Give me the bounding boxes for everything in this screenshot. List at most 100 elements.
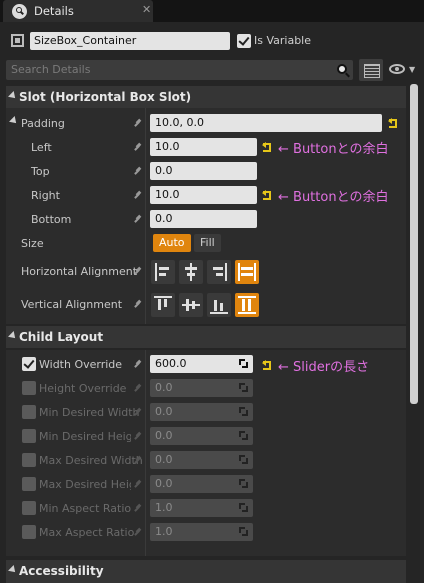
max-aspect-ratio-label: Max Aspect Ratio: [39, 526, 135, 539]
search-placeholder: Search Details: [11, 63, 91, 76]
horizontal-alignment-label: Horizontal Alignment: [21, 265, 138, 278]
v-align-top-button[interactable]: [151, 293, 175, 317]
scrollbar[interactable]: [410, 84, 418, 404]
search-input[interactable]: Search Details: [6, 60, 353, 80]
top-field[interactable]: 0.0: [150, 162, 257, 180]
v-align-center-button[interactable]: [179, 293, 203, 317]
column-divider: [145, 108, 146, 324]
expand-icon: [239, 455, 248, 464]
is-variable-label: Is Variable: [254, 34, 312, 47]
min-desired-height-value: 0.0: [155, 429, 173, 442]
eye-icon[interactable]: [389, 64, 405, 74]
pin-icon[interactable]: [133, 216, 141, 224]
width-override-label: Width Override: [39, 358, 123, 371]
vertical-alignment-label: Vertical Alignment: [21, 298, 123, 311]
search-icon[interactable]: [337, 64, 347, 74]
min-aspect-ratio-checkbox[interactable]: [22, 501, 36, 515]
h-align-right-button[interactable]: [207, 260, 231, 284]
v-align-bottom-button[interactable]: [207, 293, 231, 317]
min-desired-width-value: 0.0: [155, 405, 173, 418]
pin-icon[interactable]: [133, 361, 141, 369]
width-override-checkbox[interactable]: [22, 357, 36, 371]
height-override-value: 0.0: [155, 381, 173, 394]
pin-icon[interactable]: [133, 120, 141, 128]
min-desired-width-label: Min Desired Width: [39, 406, 140, 419]
max-desired-width-checkbox[interactable]: [22, 453, 36, 467]
expand-icon: [239, 431, 248, 440]
column-divider: [145, 350, 146, 556]
close-icon[interactable]: ✕: [142, 3, 151, 16]
pin-icon: [133, 409, 141, 417]
category-child-layout[interactable]: Child Layout: [6, 326, 406, 348]
height-override-label: Height Override: [39, 382, 127, 395]
category-accessibility-label: Accessibility: [19, 564, 104, 578]
min-aspect-ratio-label: Min Aspect Ratio: [39, 502, 132, 515]
category-slot[interactable]: Slot (Horizontal Box Slot): [6, 86, 406, 108]
widget-name-input[interactable]: SizeBox_Container: [30, 32, 230, 50]
left-label: Left: [31, 141, 52, 154]
widget-icon: [11, 34, 24, 47]
min-desired-height-label: Min Desired Height: [39, 430, 131, 443]
pin-icon[interactable]: [133, 301, 141, 309]
pin-icon[interactable]: [133, 144, 141, 152]
pin-icon[interactable]: [133, 268, 141, 276]
pin-icon: [133, 529, 141, 537]
reset-icon[interactable]: [262, 360, 272, 370]
pin-icon: [133, 385, 141, 393]
category-child-layout-label: Child Layout: [19, 330, 104, 344]
chevron-down-icon[interactable]: ▼: [409, 65, 415, 74]
width-override-field[interactable]: 600.0: [150, 355, 253, 373]
min-desired-height-checkbox[interactable]: [22, 429, 36, 443]
size-label: Size: [21, 237, 44, 250]
left-field[interactable]: 10.0: [150, 138, 257, 156]
expand-icon: [239, 479, 248, 488]
pin-icon: [133, 457, 141, 465]
collapse-arrow-icon[interactable]: [8, 91, 18, 101]
right-field[interactable]: 10.0: [150, 186, 257, 204]
max-desired-width-field: 0.0: [150, 451, 253, 469]
collapse-arrow-icon[interactable]: [8, 331, 18, 341]
padding-field[interactable]: 10.0, 0.0: [150, 114, 382, 132]
tab-bar: Details ✕: [0, 0, 424, 22]
min-desired-width-checkbox[interactable]: [22, 405, 36, 419]
right-annotation: ← Buttonとの余白: [278, 190, 389, 205]
details-tab[interactable]: Details ✕: [3, 0, 153, 22]
h-align-center-button[interactable]: [179, 260, 203, 284]
tab-title: Details: [34, 4, 74, 18]
details-icon: [12, 4, 27, 19]
max-desired-height-checkbox[interactable]: [22, 477, 36, 491]
size-fill-button[interactable]: Fill: [194, 234, 221, 252]
category-accessibility[interactable]: Accessibility: [6, 560, 406, 583]
height-override-checkbox[interactable]: [22, 381, 36, 395]
is-variable-checkbox[interactable]: [237, 34, 251, 48]
h-align-left-button[interactable]: [151, 260, 175, 284]
reset-icon[interactable]: [262, 142, 272, 152]
left-annotation: ← Buttonとの余白: [278, 142, 389, 157]
collapse-arrow-icon[interactable]: [8, 565, 18, 575]
expand-icon: [239, 503, 248, 512]
bottom-label: Bottom: [31, 213, 72, 226]
expand-icon: [239, 383, 248, 392]
width-annotation: ← Sliderの長さ: [278, 360, 370, 375]
top-label: Top: [31, 165, 50, 178]
size-auto-button[interactable]: Auto: [153, 234, 191, 252]
property-matrix-button[interactable]: [359, 59, 383, 81]
reset-icon[interactable]: [388, 118, 398, 128]
max-desired-width-value: 0.0: [155, 453, 173, 466]
padding-label: Padding: [21, 117, 65, 130]
h-align-fill-button[interactable]: [235, 260, 259, 284]
pin-icon[interactable]: [133, 192, 141, 200]
min-aspect-ratio-field: 1.0: [150, 499, 253, 517]
width-override-value: 600.0: [155, 357, 187, 370]
max-aspect-ratio-checkbox[interactable]: [22, 525, 36, 539]
bottom-field[interactable]: 0.0: [150, 210, 257, 228]
pin-icon[interactable]: [133, 168, 141, 176]
max-desired-height-label: Max Desired Height: [39, 478, 131, 491]
v-align-fill-button[interactable]: [235, 293, 259, 317]
expand-icon: [239, 527, 248, 536]
reset-icon[interactable]: [262, 190, 272, 200]
pin-icon: [133, 505, 141, 513]
max-aspect-ratio-field: 1.0: [150, 523, 253, 541]
max-desired-width-label: Max Desired Width: [39, 454, 143, 467]
min-aspect-ratio-value: 1.0: [155, 501, 173, 514]
